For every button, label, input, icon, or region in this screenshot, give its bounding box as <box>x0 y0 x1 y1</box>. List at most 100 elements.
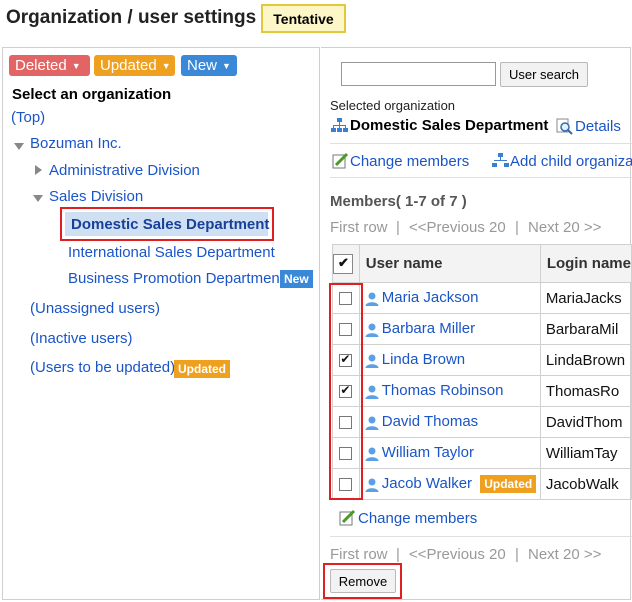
divider <box>330 536 632 537</box>
login-name-text: BarbaraMil <box>545 320 619 338</box>
table-row: Barbara Miller BarbaraMil <box>332 313 632 345</box>
details-magnifier-icon <box>556 118 573 135</box>
remove-button[interactable]: Remove <box>330 569 396 593</box>
login-name-cell: MariaJacks <box>539 282 632 314</box>
pager-separator: | <box>515 219 519 236</box>
login-name-cell: WilliamTay <box>539 437 632 469</box>
user-name-header-label: User name <box>365 255 443 272</box>
new-filter-label: New <box>187 57 218 74</box>
expand-arrow-down-icon[interactable] <box>33 195 43 202</box>
table-row: William Taylor WilliamTay <box>332 437 632 469</box>
user-icon <box>365 447 379 461</box>
user-name-cell: Barbara Miller <box>358 313 541 345</box>
user-name-cell: Linda Brown <box>358 344 541 376</box>
pager-first-row-bottom[interactable]: First row <box>330 546 388 563</box>
user-icon <box>365 478 379 492</box>
tree-item-international-sales[interactable]: International Sales Department <box>68 244 275 261</box>
department-name: Domestic Sales Department <box>350 117 549 134</box>
tentative-badge: Tentative <box>261 4 346 33</box>
user-name-link[interactable]: Thomas Robinson <box>382 382 504 399</box>
login-name-cell: ThomasRo <box>539 375 632 407</box>
table-row: David Thomas DavidThom <box>332 406 632 438</box>
change-members-link[interactable]: Change members <box>350 153 469 170</box>
user-icon <box>365 292 379 306</box>
pager-separator: | <box>396 219 400 236</box>
table-row: Maria Jackson MariaJacks <box>332 282 632 314</box>
pager-separator: | <box>515 546 519 563</box>
user-name-link[interactable]: David Thomas <box>382 413 478 430</box>
add-child-organization-icon <box>492 153 509 167</box>
divider <box>330 177 632 178</box>
new-filter-button[interactable]: New ▼ <box>181 55 237 76</box>
edit-icon <box>332 152 349 169</box>
tree-item-domestic-sales-selected[interactable]: Domestic Sales Department <box>65 212 269 236</box>
login-name-text: ThomasRo <box>545 382 620 400</box>
user-search-input[interactable] <box>341 62 496 86</box>
table-row: Thomas Robinson ThomasRo <box>332 375 632 407</box>
unassigned-users-link[interactable]: (Unassigned users) <box>30 300 160 317</box>
user-name-cell: Maria Jackson <box>358 282 541 314</box>
change-members-bottom-link[interactable]: Change members <box>358 510 477 527</box>
add-child-organization-link[interactable]: Add child organiza <box>510 153 632 170</box>
details-link[interactable]: Details <box>575 118 621 135</box>
user-name-link[interactable]: Maria Jackson <box>382 289 479 306</box>
user-icon <box>365 354 379 368</box>
select-all-check-icon[interactable] <box>333 253 353 274</box>
table-row: Linda Brown LindaBrown <box>332 344 632 376</box>
table-header-row: User name Login name <box>332 244 632 283</box>
user-name-link[interactable]: William Taylor <box>382 444 474 461</box>
user-icon <box>365 323 379 337</box>
login-name-text: DavidThom <box>545 413 623 431</box>
user-name-link[interactable]: Barbara Miller <box>382 320 475 337</box>
tree-item-administrative-division[interactable]: Administrative Division <box>49 162 200 179</box>
pager-previous[interactable]: <<Previous 20 <box>409 219 506 236</box>
login-name-text: MariaJacks <box>545 289 622 307</box>
login-name-text: JacobWalk <box>545 475 619 493</box>
members-table: User name Login name Maria Jackson MariaJ… <box>332 244 632 500</box>
pager-previous-bottom[interactable]: <<Previous 20 <box>409 546 506 563</box>
members-count: Members( 1-7 of 7 ) <box>330 193 467 210</box>
login-name-cell: BarbaraMil <box>539 313 632 345</box>
organization-icon <box>331 118 348 132</box>
table-row: Jacob Walker Updated JacobWalk <box>332 468 632 500</box>
select-organization-heading: Select an organization <box>12 86 172 103</box>
page-title: Organization / user settings <box>6 7 257 28</box>
login-name-text: WilliamTay <box>545 444 618 462</box>
user-icon <box>365 385 379 399</box>
user-name-link[interactable]: Linda Brown <box>382 351 465 368</box>
new-tag: New <box>280 270 313 288</box>
top-link[interactable]: (Top) <box>11 109 45 126</box>
updated-tag: Updated <box>480 475 537 494</box>
user-name-cell: David Thomas <box>358 406 541 438</box>
pager-next[interactable]: Next 20 >> <box>528 219 601 236</box>
user-name-link[interactable]: Jacob Walker <box>382 475 472 492</box>
user-name-cell: Jacob Walker Updated <box>358 468 541 500</box>
left-panel <box>2 47 320 600</box>
tree-item-bozuman[interactable]: Bozuman Inc. <box>30 135 122 152</box>
pager-first-row[interactable]: First row <box>330 219 388 236</box>
org-user-settings-screen: Organization / user settings Tentative D… <box>0 0 632 602</box>
pager-next-bottom[interactable]: Next 20 >> <box>528 546 601 563</box>
divider <box>330 143 632 144</box>
expand-arrow-down-icon[interactable] <box>14 143 24 150</box>
users-to-be-updated-link[interactable]: (Users to be updated) <box>30 359 175 376</box>
updated-tag: Updated <box>174 360 230 378</box>
tree-item-business-promotion[interactable]: Business Promotion Department <box>68 270 284 287</box>
login-name-cell: DavidThom <box>539 406 632 438</box>
caret-down-icon: ▼ <box>222 60 231 71</box>
collapse-arrow-right-icon[interactable] <box>35 165 42 175</box>
user-search-button[interactable]: User search <box>500 62 588 87</box>
updated-filter-label: Updated <box>100 57 157 74</box>
deleted-filter-button[interactable]: Deleted ▼ <box>9 55 90 76</box>
caret-down-icon: ▼ <box>161 60 171 71</box>
user-name-cell: Thomas Robinson <box>358 375 541 407</box>
user-name-header: User name <box>358 244 541 283</box>
tree-item-sales-division[interactable]: Sales Division <box>49 188 143 205</box>
edit-icon <box>339 509 356 526</box>
select-all-header[interactable] <box>332 244 360 283</box>
user-name-cell: William Taylor <box>358 437 541 469</box>
selected-organization-label: Selected organization <box>330 98 456 113</box>
pager-separator: | <box>396 546 400 563</box>
inactive-users-link[interactable]: (Inactive users) <box>30 330 133 347</box>
updated-filter-button[interactable]: Updated ▼ <box>94 55 175 76</box>
